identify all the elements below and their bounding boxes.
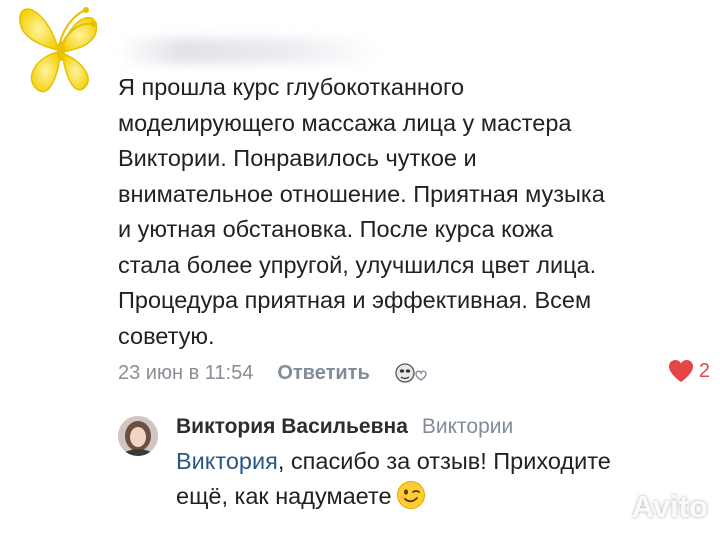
avatar[interactable] [118,416,158,456]
reply-button[interactable]: Ответить [277,362,369,385]
avatar-image [118,416,158,456]
reaction-icon[interactable] [392,360,428,386]
comment-text: Я прошла курс глубокотканного моделирующ… [118,74,605,349]
reply-to-link[interactable]: Виктории [422,415,513,438]
reply-author-name[interactable]: Виктория Васильевна [176,415,408,438]
like-button[interactable]: 2 [667,358,710,384]
butterfly-sticker-icon [19,7,98,93]
mention-link[interactable]: Виктория [176,448,278,474]
wink-emoji-icon [396,481,425,509]
like-count: 2 [698,359,710,382]
comment-date: 23 июн в 11:54 [118,361,254,384]
reply-text-line2: ещё, как надумаете [176,483,392,509]
reply-text-line1: , спасибо за отзыв! Приходите [277,448,611,474]
heart-icon [668,360,693,382]
reply-header: Виктория Васильевна Виктории [176,410,716,444]
watermark-text: Avito [631,489,708,524]
blurred-author-name [118,38,378,64]
avito-watermark: Avito [594,489,708,525]
avito-logo-icon [594,493,624,520]
comment-meta-row: 23 июн в 11:54 Ответить 2 [118,356,718,390]
